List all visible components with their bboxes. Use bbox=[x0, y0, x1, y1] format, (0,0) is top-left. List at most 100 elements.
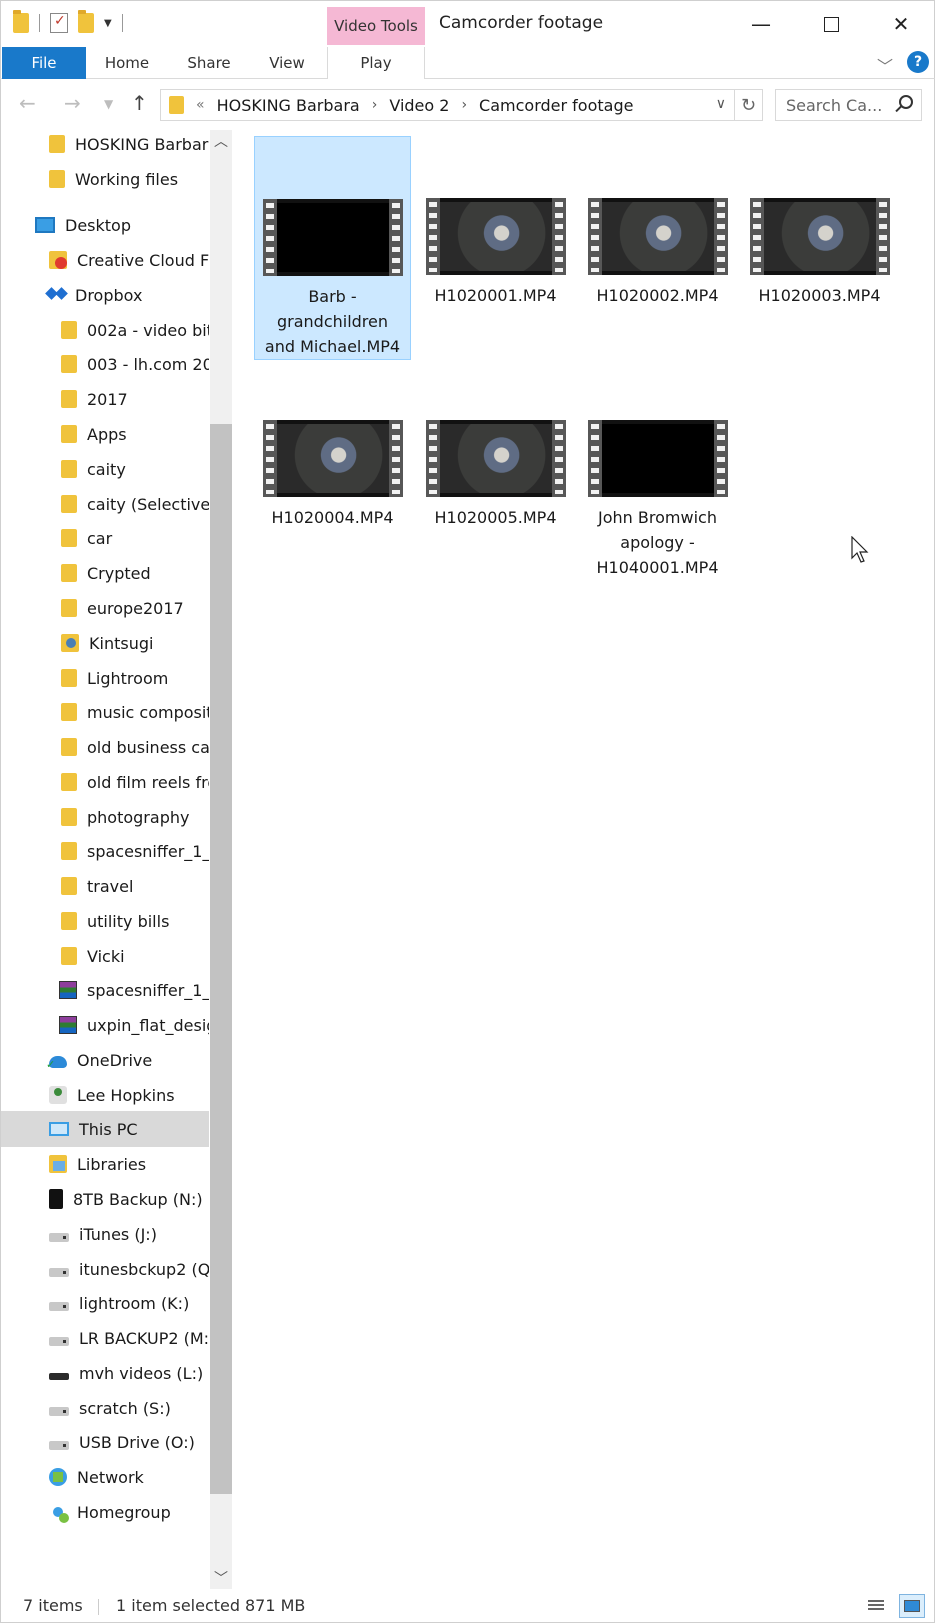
up-arrow-icon[interactable]: ↑ bbox=[131, 91, 148, 115]
tab-share[interactable]: Share bbox=[177, 47, 241, 79]
tab-home[interactable]: Home bbox=[95, 47, 159, 79]
nav-item-desktop[interactable]: Desktop bbox=[1, 207, 209, 243]
search-placeholder: Search Ca... bbox=[786, 95, 883, 115]
back-arrow-icon[interactable]: ← bbox=[19, 91, 36, 115]
nav-item-lightroom[interactable]: Lightroom bbox=[1, 660, 209, 696]
file-item[interactable]: Barb - grandchildren and Michael.MP4 bbox=[254, 136, 411, 360]
status-bar: 7 items 1 item selected 871 MB bbox=[0, 1589, 935, 1623]
video-thumbnail bbox=[425, 420, 566, 497]
nav-item-dropbox[interactable]: Dropbox bbox=[1, 277, 209, 313]
drive-icon bbox=[49, 1440, 69, 1450]
search-input[interactable]: Search Ca... bbox=[775, 89, 922, 121]
expand-ribbon-icon[interactable]: ﹀ bbox=[877, 53, 893, 77]
nav-item-003-lh-com-2017[interactable]: 003 - lh.com 2017 bbox=[1, 346, 209, 382]
close-button[interactable]: ✕ bbox=[866, 1, 935, 47]
address-overflow[interactable]: « bbox=[196, 97, 205, 113]
file-item[interactable]: John Bromwich apology - H1040001.MP4 bbox=[579, 420, 736, 580]
nav-item-spacesniffer-1[interactable]: spacesniffer_1_ bbox=[1, 833, 209, 869]
nav-item-scratch-s[interactable]: scratch (S:) bbox=[1, 1390, 209, 1426]
nav-item-label: 002a - video bits bbox=[87, 320, 209, 340]
refresh-button[interactable]: ↻ bbox=[735, 89, 763, 121]
scroll-up-icon[interactable]: ︿ bbox=[210, 130, 232, 152]
nav-item-vicki[interactable]: Vicki bbox=[1, 938, 209, 974]
nav-item-8tb-backup-n[interactable]: 8TB Backup (N:) bbox=[1, 1181, 209, 1217]
large-icons-view-button[interactable] bbox=[899, 1594, 925, 1618]
nav-item-europe2017[interactable]: europe2017 bbox=[1, 590, 209, 626]
nav-item-label: caity bbox=[87, 459, 126, 479]
nav-item-libraries[interactable]: Libraries bbox=[1, 1146, 209, 1182]
nav-item-caity[interactable]: caity bbox=[1, 451, 209, 487]
nav-item-car[interactable]: car bbox=[1, 520, 209, 556]
tab-view[interactable]: View bbox=[257, 47, 317, 79]
file-item[interactable]: H1020002.MP4 bbox=[579, 198, 736, 308]
nav-item-spacesniffer-1[interactable]: spacesniffer_1_ bbox=[1, 972, 209, 1008]
file-item[interactable]: H1020005.MP4 bbox=[417, 420, 574, 530]
maximize-button[interactable] bbox=[796, 1, 866, 47]
nav-item-lightroom-k[interactable]: lightroom (K:) bbox=[1, 1285, 209, 1321]
nav-item-hosking-barbara[interactable]: HOSKING Barbara bbox=[1, 130, 209, 162]
breadcrumb-camcorder-footage[interactable]: Camcorder footage bbox=[479, 96, 633, 115]
file-item[interactable]: H1020001.MP4 bbox=[417, 198, 574, 308]
nav-item-mvh-videos-l[interactable]: mvh videos (L:) bbox=[1, 1355, 209, 1391]
desktop-icon bbox=[35, 217, 55, 233]
film-strip-icon bbox=[587, 198, 602, 275]
nav-item-apps[interactable]: Apps bbox=[1, 416, 209, 452]
nav-item-usb-drive-o[interactable]: USB Drive (O:) bbox=[1, 1424, 209, 1460]
nav-item-network[interactable]: Network bbox=[1, 1459, 209, 1495]
chevron-right-icon[interactable]: › bbox=[461, 97, 467, 113]
breadcrumb-video-2[interactable]: Video 2 bbox=[389, 96, 449, 115]
nav-item-label: Lee Hopkins bbox=[77, 1085, 175, 1105]
properties-icon[interactable] bbox=[50, 13, 68, 33]
scroll-thumb[interactable] bbox=[210, 424, 232, 1494]
nav-item-caity-selective-sync[interactable]: caity (Selective Sync) bbox=[1, 486, 209, 522]
nav-item-kintsugi[interactable]: Kintsugi bbox=[1, 625, 209, 661]
chevron-down-icon[interactable]: ▼ bbox=[104, 18, 112, 29]
nav-item-homegroup[interactable]: Homegroup bbox=[1, 1494, 209, 1530]
tab-play[interactable]: Play bbox=[327, 47, 425, 79]
recent-locations-icon[interactable]: ▼ bbox=[104, 97, 113, 111]
nav-item-onedrive[interactable]: OneDrive bbox=[1, 1042, 209, 1078]
nav-item-itunesbckup2-q[interactable]: itunesbckup2 (Q:) bbox=[1, 1251, 209, 1287]
nav-item-working-files[interactable]: Working files bbox=[1, 161, 209, 197]
network-icon bbox=[49, 1468, 67, 1486]
minimize-button[interactable]: — bbox=[726, 1, 796, 47]
nav-item-photography[interactable]: photography bbox=[1, 799, 209, 835]
nav-item-utility-bills[interactable]: utility bills bbox=[1, 903, 209, 939]
file-item[interactable]: H1020003.MP4 bbox=[741, 198, 898, 308]
nav-item-music-compositions[interactable]: music compositions bbox=[1, 694, 209, 730]
chevron-down-icon[interactable]: ∨ bbox=[716, 96, 726, 112]
chevron-right-icon[interactable]: › bbox=[372, 97, 378, 113]
nav-item-label: old business cards bbox=[87, 737, 209, 757]
address-bar[interactable]: « HOSKING Barbara › Video 2 › Camcorder … bbox=[160, 89, 735, 121]
file-item[interactable]: H1020004.MP4 bbox=[254, 420, 411, 530]
nav-item-2017[interactable]: 2017 bbox=[1, 381, 209, 417]
help-icon[interactable]: ? bbox=[907, 51, 929, 73]
nav-item-label: old film reels from bbox=[87, 772, 209, 792]
nav-item-crypted[interactable]: Crypted bbox=[1, 555, 209, 591]
nav-item-lr-backup2-m[interactable]: LR BACKUP2 (M:) bbox=[1, 1320, 209, 1356]
nav-item-uxpin-flat-design[interactable]: uxpin_flat_design bbox=[1, 1007, 209, 1043]
nav-item-002a-video-bits[interactable]: 002a - video bits bbox=[1, 312, 209, 348]
folder-icon bbox=[61, 738, 77, 756]
folder-icon bbox=[61, 877, 77, 895]
nav-item-lee-hopkins[interactable]: Lee Hopkins bbox=[1, 1077, 209, 1113]
nav-item-old-business-cards[interactable]: old business cards bbox=[1, 729, 209, 765]
nav-item-old-film-reels-from[interactable]: old film reels from bbox=[1, 764, 209, 800]
forward-arrow-icon[interactable]: → bbox=[64, 91, 81, 115]
breadcrumb-hosking-barbara[interactable]: HOSKING Barbara bbox=[217, 96, 360, 115]
tab-file[interactable]: File bbox=[2, 47, 86, 79]
nav-item-label: utility bills bbox=[87, 911, 170, 931]
film-strip-icon bbox=[388, 420, 403, 497]
file-list-pane: Barb - grandchildren and Michael.MP4 H10200… bbox=[232, 130, 935, 1589]
nav-item-label: uxpin_flat_design bbox=[87, 1015, 209, 1035]
nav-scrollbar[interactable]: ︿ ﹀ bbox=[210, 130, 232, 1589]
nav-item-creative-cloud-files[interactable]: Creative Cloud Files bbox=[1, 242, 209, 278]
nav-item-itunes-j[interactable]: iTunes (J:) bbox=[1, 1216, 209, 1252]
nav-item-this-pc[interactable]: This PC bbox=[1, 1111, 209, 1147]
video-thumbnail bbox=[587, 198, 728, 275]
new-folder-icon[interactable] bbox=[78, 10, 94, 33]
details-view-button[interactable] bbox=[863, 1594, 889, 1618]
maximize-icon bbox=[823, 16, 839, 32]
nav-item-travel[interactable]: travel bbox=[1, 868, 209, 904]
scroll-down-icon[interactable]: ﹀ bbox=[210, 1567, 232, 1589]
